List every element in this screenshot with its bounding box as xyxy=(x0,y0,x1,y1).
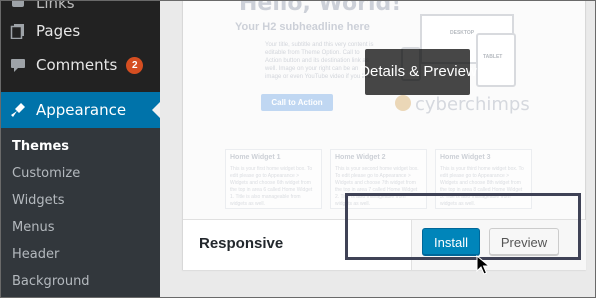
sidebar-item-comments[interactable]: Comments 2 xyxy=(0,48,160,82)
details-preview-label: Details & Preview xyxy=(359,63,477,80)
comment-count-badge: 2 xyxy=(126,56,144,74)
appearance-submenu: Themes Customize Widgets Menus Header Ba… xyxy=(0,128,160,298)
admin-sidebar: Links Pages Comments 2 Appearance Themes… xyxy=(0,0,160,298)
sidebar-item-appearance[interactable]: Appearance xyxy=(0,92,160,128)
sidebar-item-label: Pages xyxy=(36,22,81,40)
submenu-item-widgets[interactable]: Widgets xyxy=(12,193,65,208)
pages-icon xyxy=(10,23,26,40)
mouse-pointer-icon xyxy=(476,255,490,275)
screenshot-hover-overlay xyxy=(183,0,585,219)
links-icon xyxy=(10,0,26,11)
submenu-item-background[interactable]: Background xyxy=(12,274,90,289)
sidebar-item-label: Links xyxy=(36,0,75,12)
submenu-item-header[interactable]: Header xyxy=(12,247,59,262)
submenu-item-menus[interactable]: Menus xyxy=(12,220,54,235)
theme-name: Responsive xyxy=(199,235,284,252)
sidebar-item-pages[interactable]: Pages xyxy=(0,14,160,48)
sidebar-item-label: Comments xyxy=(36,56,118,74)
details-preview-button[interactable]: Details & Preview xyxy=(359,49,477,95)
submenu-item-themes[interactable]: Themes xyxy=(12,139,69,154)
submenu-item-customize[interactable]: Customize xyxy=(12,166,80,181)
highlight-annotation-box xyxy=(345,193,581,260)
theme-screenshot[interactable]: Hello, World! Your H2 subheadline here Y… xyxy=(183,0,585,219)
comments-icon xyxy=(10,57,26,73)
sidebar-item-label: Appearance xyxy=(36,101,127,119)
appearance-icon xyxy=(10,102,26,118)
